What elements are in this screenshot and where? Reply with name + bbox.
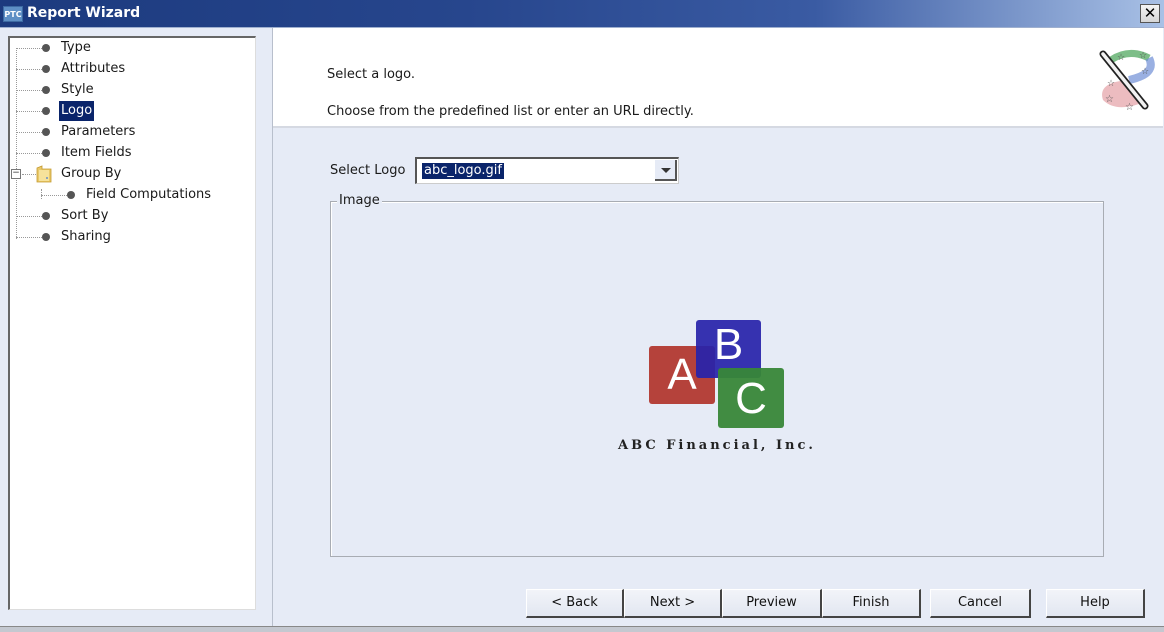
tree-item-label: Style <box>61 82 94 97</box>
bullet-icon <box>42 65 50 73</box>
svg-text:☆: ☆ <box>1141 67 1149 77</box>
tree-item-logo[interactable]: Logo <box>10 101 250 121</box>
svg-text:☆: ☆ <box>1139 51 1147 61</box>
bullet-icon <box>67 191 75 199</box>
bullet-icon <box>42 212 50 220</box>
select-logo-value: abc_logo.gif <box>422 163 504 179</box>
logo-tagline: ABC Financial, Inc. <box>618 438 816 453</box>
window-title: Report Wizard <box>27 5 141 21</box>
select-logo-dropdown[interactable]: abc_logo.gif <box>415 157 679 184</box>
tree-item-attributes[interactable]: Attributes <box>10 59 250 79</box>
tree-item-label: Sharing <box>61 229 111 244</box>
preview-button[interactable]: Preview <box>722 589 822 618</box>
tree-item-label: Sort By <box>61 208 109 223</box>
logo-preview-image: A B C ABC Financial, Inc. <box>618 318 828 463</box>
ptc-app-icon: PTC <box>3 6 23 22</box>
help-button[interactable]: Help <box>1046 589 1145 618</box>
close-button[interactable]: ✕ <box>1140 4 1160 23</box>
back-button[interactable]: < Back <box>526 589 624 618</box>
tree-item-field-computations[interactable]: Field Computations <box>10 185 250 205</box>
tree-item-label: Parameters <box>61 124 136 139</box>
bullet-icon <box>42 86 50 94</box>
step-title: Select a logo. <box>327 67 416 82</box>
tree-item-type[interactable]: Type <box>10 38 250 58</box>
bullet-icon <box>42 128 50 136</box>
step-description: Choose from the predefined list or enter… <box>327 104 694 119</box>
svg-text:☆: ☆ <box>1125 102 1134 112</box>
svg-text:☆: ☆ <box>1105 94 1114 105</box>
logo-letter-c: C <box>718 368 784 428</box>
folder-icon <box>36 165 52 183</box>
tree-item-label: Field Computations <box>86 187 212 202</box>
tree-item-sharing[interactable]: Sharing <box>10 227 250 247</box>
collapse-icon[interactable]: − <box>11 169 21 179</box>
svg-text:☆: ☆ <box>1117 53 1125 63</box>
tree-item-group-by[interactable]: − Group By <box>10 164 250 184</box>
tree-item-label: Type <box>61 40 91 55</box>
next-button[interactable]: Next > <box>624 589 722 618</box>
tree-item-style[interactable]: Style <box>10 80 250 100</box>
svg-text:☆: ☆ <box>1107 79 1115 89</box>
tree-item-item-fields[interactable]: Item Fields <box>10 143 250 163</box>
tree-item-label: Item Fields <box>61 145 132 160</box>
window-bottom-edge <box>0 626 1164 632</box>
step-header: Select a logo. Choose from the predefine… <box>273 28 1163 128</box>
bullet-icon <box>42 149 50 157</box>
finish-button[interactable]: Finish <box>822 589 921 618</box>
bullet-icon <box>42 44 50 52</box>
select-logo-label: Select Logo <box>330 163 406 178</box>
tree-item-sort-by[interactable]: Sort By <box>10 206 250 226</box>
title-bar: PTC Report Wizard ✕ <box>0 0 1164 28</box>
image-group-label: Image <box>337 193 382 209</box>
bullet-icon <box>42 107 50 115</box>
cancel-button[interactable]: Cancel <box>930 589 1031 618</box>
chevron-down-icon[interactable] <box>655 160 677 181</box>
tree-item-parameters[interactable]: Parameters <box>10 122 250 142</box>
tree-item-label: Attributes <box>61 61 126 76</box>
bullet-icon <box>42 233 50 241</box>
wizard-wand-icon: ☆ ☆ ☆ ☆ ☆ ☆ <box>1099 50 1155 112</box>
wizard-steps-tree: Type Attributes Style Logo Parameters It… <box>8 36 256 610</box>
tree-item-label: Logo <box>59 101 95 121</box>
tree-item-label: Group By <box>61 166 122 181</box>
